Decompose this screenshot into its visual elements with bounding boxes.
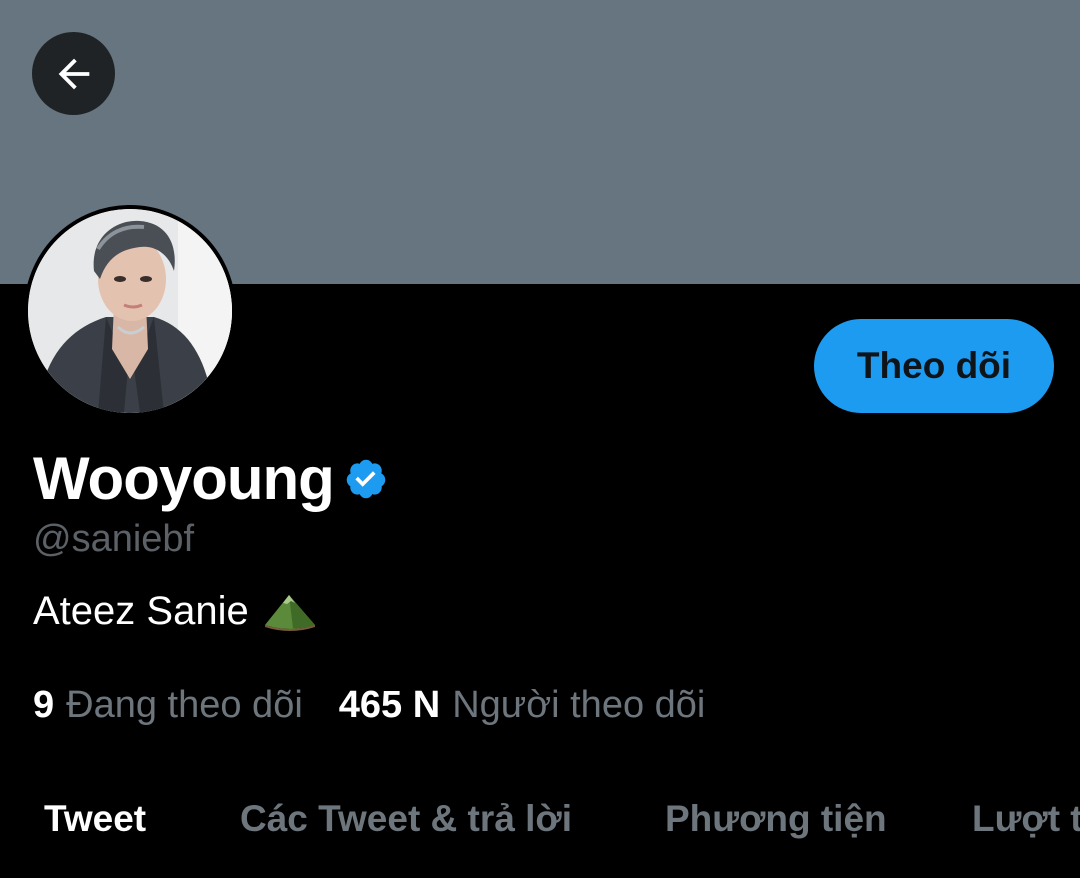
tab-likes[interactable]: Lượt thích <box>972 798 1080 840</box>
tab-tweets-replies[interactable]: Các Tweet & trả lời <box>240 798 572 840</box>
arrow-left-icon <box>51 51 97 97</box>
tab-media[interactable]: Phương tiện <box>665 798 887 840</box>
follow-button[interactable]: Theo dõi <box>814 319 1054 413</box>
following-label: Đang theo dõi <box>66 684 303 726</box>
following-count: 9 <box>33 684 55 726</box>
profile-screen: Theo dõi Wooyoung @saniebf Ateez Sanie 9… <box>0 0 1080 878</box>
handle: @saniebf <box>33 518 195 560</box>
follow-stats: 9 Đang theo dõi 465 N Người theo dõi <box>33 682 705 728</box>
verified-badge-icon <box>346 459 386 499</box>
followers-count: 465 N <box>338 684 441 726</box>
avatar[interactable] <box>24 205 236 417</box>
followers-label: Người theo dõi <box>452 684 706 726</box>
follow-button-label: Theo dõi <box>856 345 1012 386</box>
following-link[interactable]: 9 Đang theo dõi <box>33 682 303 728</box>
display-name: Wooyoung <box>33 445 335 512</box>
profile-tabs: Tweet Các Tweet & trả lời Phương tiện Lư… <box>0 790 1080 860</box>
tab-tweets[interactable]: Tweet <box>44 798 146 840</box>
back-button[interactable] <box>32 32 115 115</box>
bio-text: Ateez Sanie <box>33 589 249 633</box>
followers-link[interactable]: 465 N Người theo dõi <box>339 682 706 728</box>
bio: Ateez Sanie <box>33 587 317 635</box>
display-name-row: Wooyoung <box>33 445 388 513</box>
mountain-emoji-icon <box>264 595 315 631</box>
profile-photo <box>28 209 232 413</box>
